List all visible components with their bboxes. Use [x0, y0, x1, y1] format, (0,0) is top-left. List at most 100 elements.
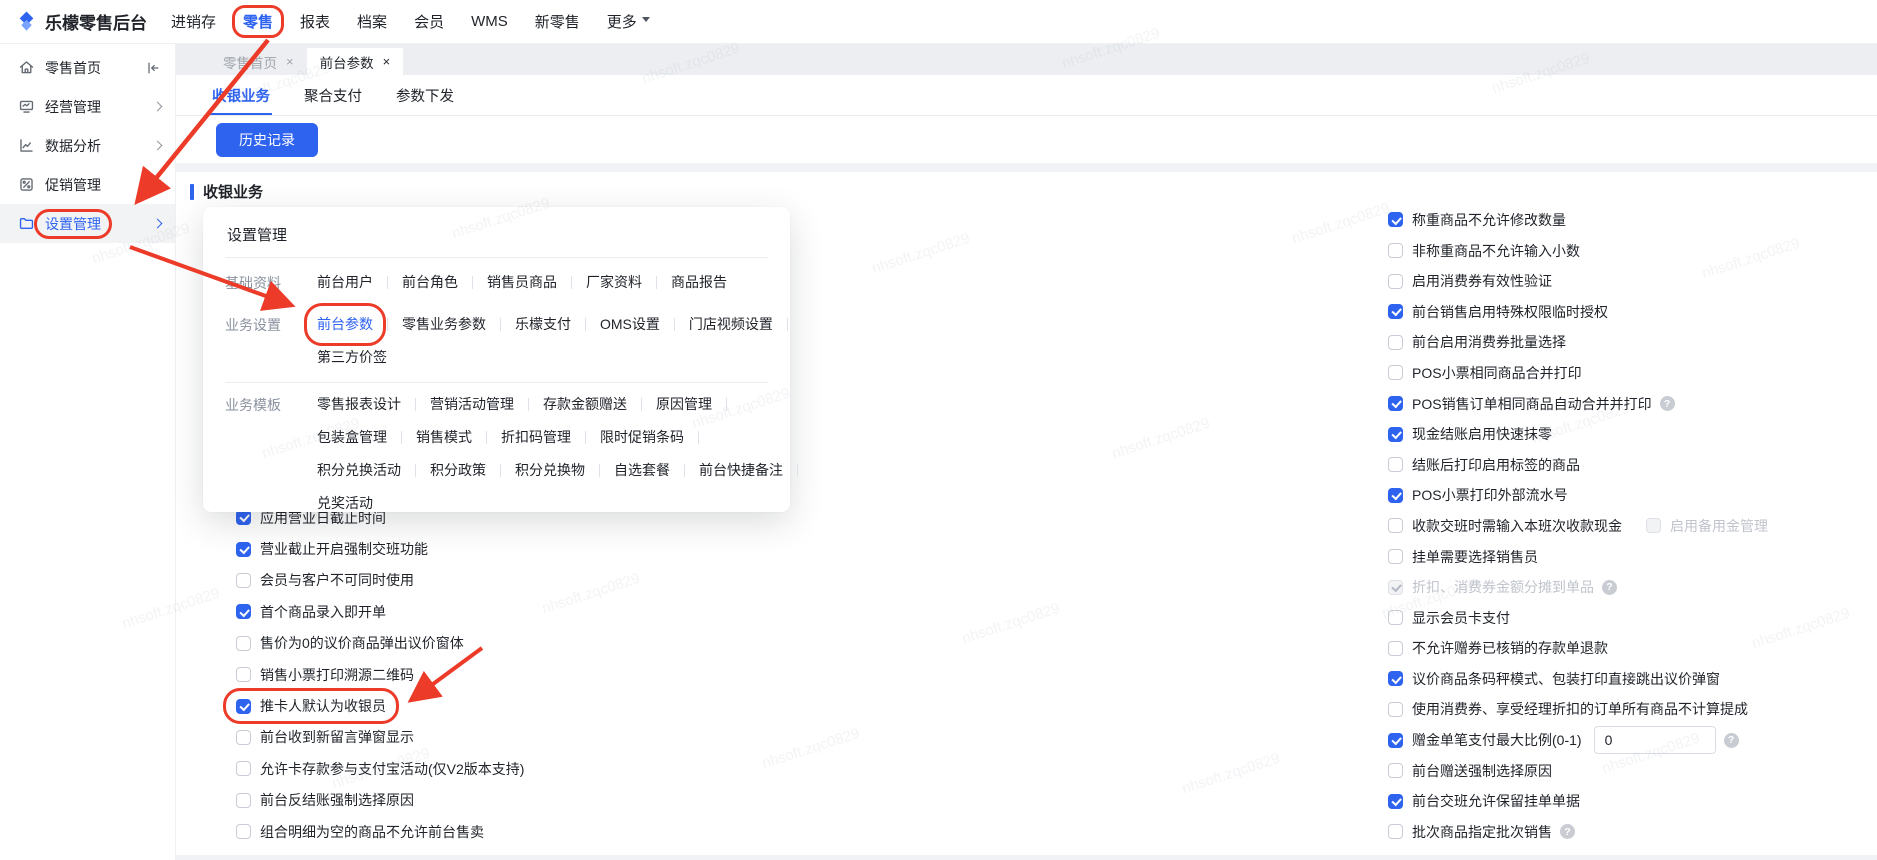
- checkbox[interactable]: [236, 635, 251, 651]
- sidebar-item-经营管理[interactable]: 经营管理: [0, 87, 175, 126]
- checkbox[interactable]: [1388, 487, 1403, 503]
- tab-零售首页[interactable]: 零售首页 ×: [210, 48, 307, 75]
- menu-item-前台快捷备注[interactable]: 前台快捷备注: [699, 454, 783, 487]
- menu-item-限时促销条码[interactable]: 限时促销条码: [600, 421, 684, 454]
- separator: [786, 318, 788, 331]
- param-row: 收款交班时需输入本班次收款现金 启用备用金管理: [1388, 511, 1768, 542]
- close-icon[interactable]: ×: [383, 55, 391, 68]
- param-wrap: 允许卡存款参与支付宝活动(仅V2版本支持): [236, 759, 524, 779]
- subtab-参数下发[interactable]: 参数下发: [394, 75, 456, 115]
- menu-item-零售报表设计[interactable]: 零售报表设计: [317, 388, 401, 421]
- checkbox[interactable]: [1388, 426, 1403, 442]
- menu-item-商品报告[interactable]: 商品报告: [671, 266, 727, 299]
- checkbox[interactable]: [1388, 549, 1403, 565]
- checkbox[interactable]: [236, 824, 251, 840]
- ratio-input[interactable]: [1593, 726, 1716, 755]
- menu-item-存款金额赠送[interactable]: 存款金额赠送: [543, 388, 627, 421]
- nav-item-新零售[interactable]: 新零售: [535, 11, 580, 32]
- checkbox[interactable]: [1388, 824, 1403, 840]
- checkbox[interactable]: [236, 604, 251, 620]
- nav-item-进销存[interactable]: 进销存: [171, 11, 216, 32]
- menu-item-销售模式[interactable]: 销售模式: [416, 421, 472, 454]
- separator: [415, 464, 416, 477]
- checkbox[interactable]: [1388, 273, 1403, 289]
- param-wrap: 不允许赠券已核销的存款单退款: [1388, 638, 1608, 658]
- help-icon[interactable]: ?: [1723, 732, 1739, 748]
- collapse-sidebar-icon[interactable]: [145, 60, 161, 76]
- checkbox[interactable]: [236, 792, 251, 808]
- menu-item-乐檬支付[interactable]: 乐檬支付: [515, 308, 571, 341]
- sidebar-item-数据分析[interactable]: 数据分析: [0, 126, 175, 165]
- nav-item-更多[interactable]: 更多: [607, 11, 650, 32]
- checkbox[interactable]: [1388, 701, 1403, 717]
- menu-item-前台角色[interactable]: 前台角色: [402, 266, 458, 299]
- menu-item-门店视频设置[interactable]: 门店视频设置: [689, 308, 773, 341]
- checkbox[interactable]: [1388, 334, 1403, 350]
- menu-item-自选套餐[interactable]: 自选套餐: [614, 454, 670, 487]
- menu-item-前台用户[interactable]: 前台用户: [317, 266, 373, 299]
- checkbox[interactable]: [1388, 640, 1403, 656]
- checkbox[interactable]: [1388, 671, 1403, 687]
- help-icon[interactable]: ?: [1560, 824, 1575, 840]
- separator: [387, 276, 388, 289]
- param-wrap: 前台赠送强制选择原因: [1388, 761, 1552, 781]
- checkbox[interactable]: [1388, 793, 1403, 809]
- param-wrap: 推卡人默认为收银员: [223, 688, 399, 725]
- checkbox[interactable]: [236, 698, 251, 714]
- checkbox[interactable]: [236, 729, 251, 745]
- subtab-收银业务[interactable]: 收银业务: [210, 75, 272, 115]
- menu-item-积分兑换活动[interactable]: 积分兑换活动: [317, 454, 401, 487]
- sidebar-item-label: 零售首页: [45, 59, 101, 76]
- checkbox[interactable]: [236, 572, 251, 588]
- param-wrap: 显示会员卡支付: [1388, 608, 1510, 628]
- checkbox[interactable]: [236, 761, 251, 777]
- menu-item-积分兑换物[interactable]: 积分兑换物: [515, 454, 585, 487]
- checkbox[interactable]: [1388, 610, 1403, 626]
- help-icon[interactable]: ?: [1602, 579, 1617, 595]
- sidebar-item-零售首页[interactable]: 零售首页: [0, 48, 175, 87]
- nav-item-零售[interactable]: 零售: [232, 5, 285, 38]
- history-button[interactable]: 历史记录: [216, 122, 318, 157]
- checkbox[interactable]: [1388, 304, 1403, 320]
- menu-item-营销活动管理[interactable]: 营销活动管理: [430, 388, 514, 421]
- param-wrap: 销售小票打印溯源二维码: [236, 665, 414, 685]
- checkbox[interactable]: [236, 541, 251, 557]
- param-wrap: 称重商品不允许修改数量: [1388, 210, 1566, 230]
- menu-item-包装盒管理[interactable]: 包装盒管理: [317, 421, 387, 454]
- menu-item-销售员商品[interactable]: 销售员商品: [487, 266, 557, 299]
- menu-item-OMS设置[interactable]: OMS设置: [600, 308, 660, 341]
- help-icon[interactable]: ?: [1659, 396, 1675, 412]
- checkbox[interactable]: [1388, 457, 1403, 473]
- nav-item-档案[interactable]: 档案: [357, 11, 387, 32]
- section-header: 收银业务: [190, 181, 263, 202]
- chart-icon: [18, 137, 35, 154]
- menu-item-零售业务参数[interactable]: 零售业务参数: [402, 308, 486, 341]
- close-icon[interactable]: ×: [286, 55, 294, 68]
- menu-item-折扣码管理[interactable]: 折扣码管理: [501, 421, 571, 454]
- subtab-聚合支付[interactable]: 聚合支付: [302, 75, 364, 115]
- checkbox[interactable]: [1388, 212, 1403, 228]
- checkbox[interactable]: [1388, 732, 1403, 748]
- menu-item-前台参数[interactable]: 前台参数: [304, 303, 386, 346]
- checkbox[interactable]: [1388, 396, 1403, 412]
- sidebar-item-设置管理[interactable]: 设置管理: [0, 204, 175, 243]
- menu-group-label: 基础资料: [225, 275, 281, 291]
- annotation-circle-menu: [304, 303, 386, 346]
- menu-item-第三方价签[interactable]: 第三方价签: [317, 341, 387, 374]
- nav-item-报表[interactable]: 报表: [300, 11, 330, 32]
- sidebar-item-促销管理[interactable]: 促销管理: [0, 165, 175, 204]
- checkbox[interactable]: [1388, 518, 1403, 534]
- param-row: 营业截止开启强制交班功能: [236, 533, 524, 564]
- menu-item-原因管理[interactable]: 原因管理: [656, 388, 712, 421]
- tab-前台参数[interactable]: 前台参数 ×: [306, 48, 404, 75]
- menu-item-积分政策[interactable]: 积分政策: [430, 454, 486, 487]
- checkbox[interactable]: [1388, 365, 1403, 381]
- menu-item-兑奖活动[interactable]: 兑奖活动: [317, 487, 373, 520]
- checkbox[interactable]: [236, 667, 251, 683]
- menu-item-厂家资料[interactable]: 厂家资料: [586, 266, 642, 299]
- checkbox[interactable]: [1388, 243, 1403, 259]
- nav-item-WMS[interactable]: WMS: [471, 13, 508, 30]
- checkbox[interactable]: [1388, 763, 1403, 779]
- param-row: 批次商品指定批次销售?: [1388, 817, 1768, 848]
- nav-item-会员[interactable]: 会员: [414, 11, 444, 32]
